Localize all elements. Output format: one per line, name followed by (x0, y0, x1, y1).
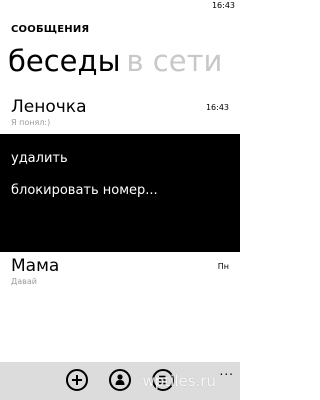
menu-item-delete[interactable]: удалить (11, 151, 68, 166)
status-bar: 16:43 (0, 0, 240, 14)
thread-time: Пн (217, 262, 229, 271)
thread-item[interactable]: Мама Давай Пн (0, 256, 240, 292)
pivot-tab-conversations[interactable]: беседы (8, 44, 120, 78)
thread-time: 16:43 (205, 103, 229, 112)
thread-contact-name: Леночка (11, 97, 87, 117)
thread-item[interactable]: Леночка Я понял:) 16:43 (0, 97, 240, 133)
status-time: 16:43 (211, 1, 235, 10)
thread-preview: Давай (11, 277, 37, 286)
context-menu: удалить блокировать номер... (0, 134, 240, 252)
app-bar: wptiles.ru ... (0, 362, 240, 400)
online-status-button[interactable] (109, 369, 131, 391)
thread-contact-name: Мама (11, 256, 60, 276)
new-message-button[interactable] (66, 369, 88, 391)
thread-preview: Я понял:) (11, 118, 51, 127)
more-options-button[interactable]: ... (220, 364, 234, 378)
pivot-tab-online[interactable]: в сети (126, 44, 222, 78)
pivot-header: беседы в сети (8, 44, 222, 78)
menu-item-block-number[interactable]: блокировать номер... (11, 183, 158, 198)
app-title: СООБЩЕНИЯ (11, 24, 90, 35)
watermark-text: wptiles.ru (142, 372, 217, 390)
